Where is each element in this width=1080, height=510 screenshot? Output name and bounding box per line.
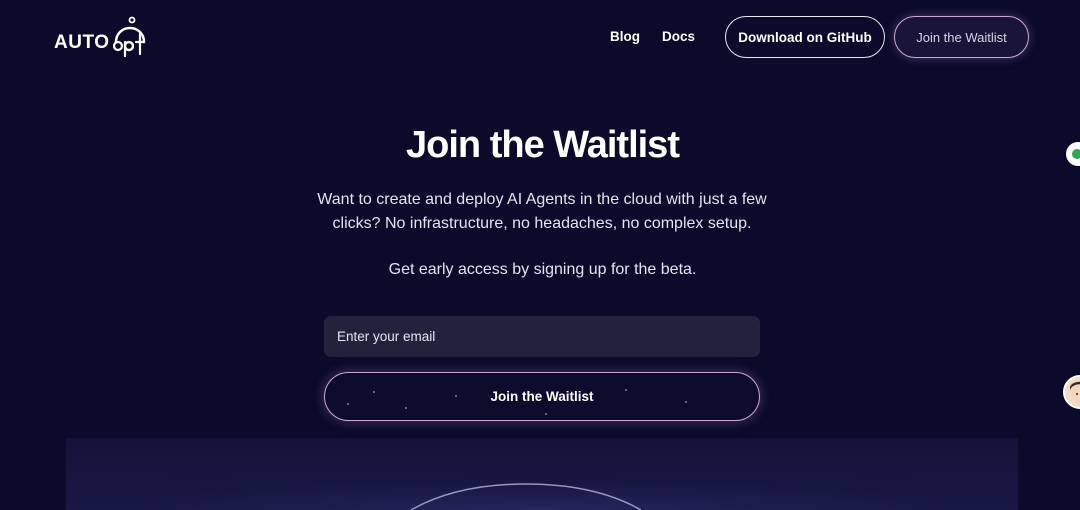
logo-graphic: AUTO xyxy=(54,16,146,58)
hero-subtitle: Get early access by signing up for the b… xyxy=(388,261,697,278)
sparkle-decoration xyxy=(455,395,457,397)
join-waitlist-button[interactable]: Join the Waitlist xyxy=(324,372,760,421)
avatar-face-icon xyxy=(1070,381,1080,403)
logo-text: AUTOgpt xyxy=(154,16,155,17)
svg-text:AUTO: AUTO xyxy=(54,32,109,53)
preview-panel xyxy=(66,438,1018,510)
join-waitlist-label: Join the Waitlist xyxy=(490,389,594,404)
header-join-waitlist-button[interactable]: Join the Waitlist xyxy=(894,16,1029,58)
autogpt-logo[interactable]: AUTO AUTOgpt xyxy=(54,16,154,60)
download-github-button[interactable]: Download on GitHub xyxy=(725,16,885,58)
nav-link-blog[interactable]: Blog xyxy=(610,29,640,44)
sparkle-decoration xyxy=(347,403,349,405)
sparkle-decoration xyxy=(373,391,375,393)
email-input[interactable] xyxy=(324,316,760,357)
sparkle-decoration xyxy=(685,401,687,403)
nav-link-docs[interactable]: Docs xyxy=(662,29,695,44)
page-title: Join the Waitlist xyxy=(406,124,680,166)
hero-description: Want to create and deploy AI Agents in t… xyxy=(317,191,767,232)
page: AUTO AUTOgpt Blog Docs Download on GitHu… xyxy=(0,0,1080,510)
sparkle-decoration xyxy=(625,389,627,391)
extension-badge-icon xyxy=(1072,149,1080,159)
sparkle-decoration xyxy=(405,407,407,409)
planet-arc-graphic xyxy=(66,438,1018,510)
sparkle-decoration xyxy=(545,413,547,415)
avatar[interactable] xyxy=(1063,375,1080,409)
